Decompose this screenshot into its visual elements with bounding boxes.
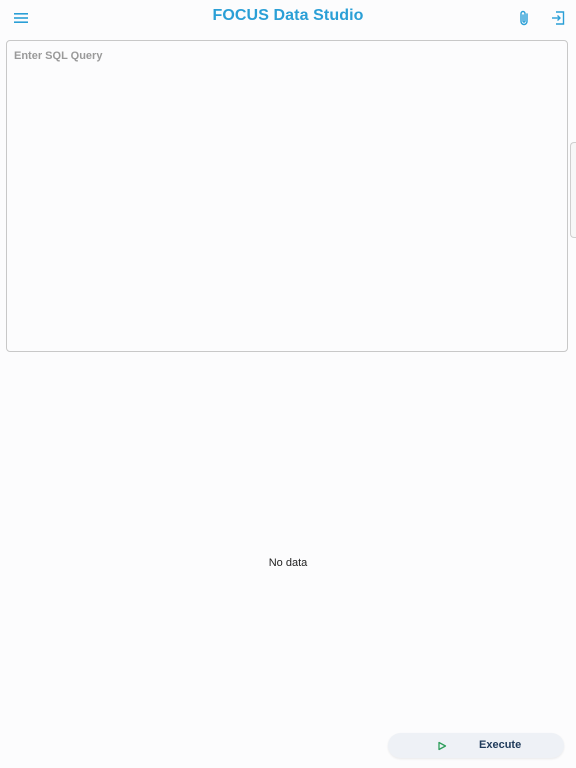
page-title: FOCUS Data Studio xyxy=(212,7,364,24)
attach-button[interactable] xyxy=(514,8,534,28)
execute-button-label: Execute xyxy=(479,739,522,751)
logout-button[interactable] xyxy=(548,8,568,28)
play-icon xyxy=(438,741,447,751)
execute-button[interactable]: Execute xyxy=(388,733,564,758)
no-data-message: No data xyxy=(268,557,308,569)
logout-icon xyxy=(552,11,565,25)
side-drawer-handle[interactable] xyxy=(570,142,576,238)
sql-query-input[interactable] xyxy=(7,41,567,351)
sql-query-editor xyxy=(6,40,568,352)
app-header: FOCUS Data Studio xyxy=(0,0,576,36)
paperclip-icon xyxy=(520,10,528,26)
app-window: FOCUS Data Studio No data Execute xyxy=(0,0,576,768)
